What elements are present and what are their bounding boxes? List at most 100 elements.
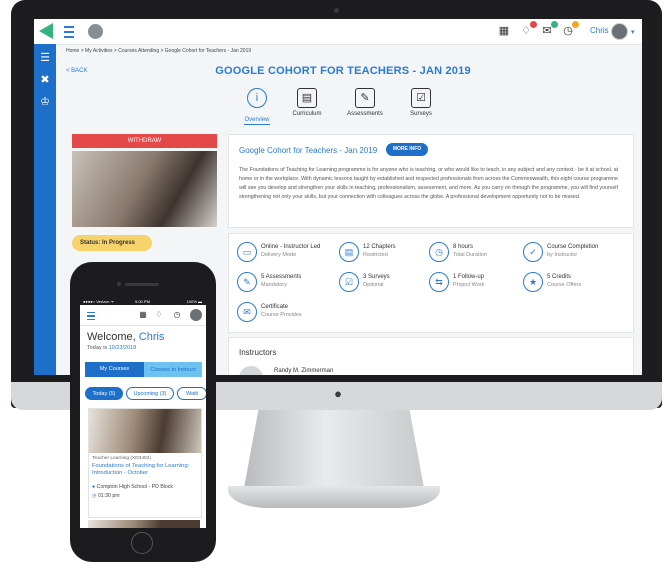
- certificate-icon: ✉: [237, 302, 257, 322]
- more-info-button[interactable]: MORE INFO: [386, 143, 428, 156]
- chevron-down-icon[interactable]: ▾: [631, 28, 635, 36]
- tab-label: Overview: [244, 117, 270, 125]
- location-pin-icon: ●: [92, 484, 96, 490]
- monitor-camera: [334, 8, 339, 13]
- tab-classes-to-instruct[interactable]: Classes to Instruct: [144, 362, 202, 377]
- welcome-heading: Welcome, Chris: [87, 331, 164, 343]
- page-title: GOOGLE COHORT FOR TEACHERS - JAN 2019: [215, 65, 471, 77]
- pencil-note-icon: ✎: [355, 88, 375, 108]
- feature-follow-up: ⇆ 1 Follow-up Project Work: [429, 272, 519, 294]
- instructor-name[interactable]: Randy M. Zimmerman: [274, 368, 333, 374]
- apps-grid-icon[interactable]: ▦: [497, 24, 511, 38]
- feature-duration: ◷ 8 hours Total Duration: [429, 242, 519, 264]
- tab-label: Surveys: [410, 111, 432, 117]
- checklist-icon: ☑: [411, 88, 431, 108]
- feature-surveys: ☑ 3 Surveys Optional: [339, 272, 429, 294]
- mobile-screen: ●●●●○ Verizon ᯤ 5:00 PM 100% ▬ ▦ ♢ ◷ Wel…: [80, 298, 206, 528]
- sidebar: ☰ ✖ ♔: [34, 44, 56, 375]
- feature-subtitle: Course Provides: [261, 312, 302, 318]
- user-avatar[interactable]: [190, 309, 202, 321]
- mail-icon[interactable]: ✉: [540, 21, 558, 38]
- withdraw-button[interactable]: WITHDRAW: [72, 134, 217, 148]
- status-bar: ●●●●○ Verizon ᯤ 5:00 PM 100% ▬: [80, 298, 206, 305]
- today-date: Today is 10/23/2018: [87, 345, 136, 351]
- feature-subtitle: by Instructor: [547, 252, 578, 258]
- graduation-cap-icon: ★: [523, 272, 543, 292]
- course-card-title[interactable]: Foundations of Teaching for Learning: In…: [92, 463, 200, 477]
- apple-logo-icon: ●: [334, 386, 342, 401]
- feature-certificate: ✉ Certificate Course Provides: [237, 302, 327, 324]
- course-description-card: Google Cohort for Teachers - Jan 2019 MO…: [228, 134, 634, 228]
- user-name[interactable]: Chris: [590, 26, 609, 35]
- feature-title: 5 Credits: [547, 274, 572, 280]
- instructors-card: Instructors Randy M. Zimmerman: [228, 337, 634, 375]
- learner-icon[interactable]: ♔: [39, 96, 51, 108]
- clock-icon[interactable]: ◷: [172, 310, 182, 320]
- course-image: [72, 151, 217, 227]
- apps-grid-icon[interactable]: ▦: [138, 310, 148, 320]
- tab-label: Curriculum: [292, 111, 322, 117]
- monitor-stand-base: [228, 486, 440, 508]
- tools-icon[interactable]: ✖: [39, 74, 51, 86]
- tab-label: Assessments: [347, 111, 383, 117]
- feature-title: Online - Instructor Led: [261, 244, 321, 250]
- course-description: The Foundations of Teaching for Learning…: [239, 167, 619, 200]
- feature-subtitle: Total Duration: [453, 252, 487, 258]
- tab-curriculum[interactable]: ▤ Curriculum: [284, 88, 330, 117]
- status-badge: Status: In Progress: [72, 235, 152, 251]
- org-avatar[interactable]: [88, 24, 103, 39]
- feature-subtitle: Restricted: [363, 252, 388, 258]
- clock-icon[interactable]: ◷: [561, 21, 579, 38]
- hamburger-menu-icon[interactable]: [87, 312, 95, 320]
- feature-chapters: ▤ 12 Chapters Restricted: [339, 242, 429, 264]
- carrier-signal: ●●●●○ Verizon ᯤ: [83, 299, 115, 304]
- tab-surveys[interactable]: ☑ Surveys: [398, 88, 444, 117]
- follow-up-icon: ⇆: [429, 272, 449, 292]
- instructors-heading: Instructors: [239, 348, 277, 357]
- user-avatar[interactable]: [611, 23, 628, 40]
- feature-title: 5 Assessments: [261, 274, 302, 280]
- feature-completion: ✓ Course Completion by Instructor: [523, 242, 613, 264]
- thumbs-up-icon: ✓: [523, 242, 543, 262]
- feature-assessments: ✎ 5 Assessments Mandatory: [237, 272, 327, 294]
- tab-my-courses[interactable]: My Courses: [85, 362, 144, 377]
- feature-subtitle: Course Offers: [547, 282, 582, 288]
- clock-icon: ◷: [92, 493, 97, 499]
- app-logo-icon[interactable]: [39, 23, 53, 39]
- breadcrumb[interactable]: Home > My Activities > Courses Attending…: [66, 48, 251, 54]
- book-icon: ▤: [339, 242, 359, 262]
- bell-icon[interactable]: ♢: [154, 310, 164, 320]
- bell-icon[interactable]: ♢: [519, 21, 537, 38]
- top-bar: ▦ ♢ ✉ ◷ Chris ▾: [34, 19, 642, 45]
- tab-overview[interactable]: i Overview: [234, 88, 280, 126]
- today-value: 10/23/2018: [108, 345, 137, 351]
- phone-home-button[interactable]: [131, 532, 153, 554]
- info-icon: i: [247, 88, 267, 108]
- feature-title: 3 Surveys: [363, 274, 390, 280]
- filter-upcoming[interactable]: Upcoming (3): [126, 387, 174, 400]
- course-card-next[interactable]: [88, 520, 200, 528]
- survey-icon: ☑: [339, 272, 359, 292]
- status-time: 5:00 PM: [135, 299, 150, 304]
- assessment-icon: ✎: [237, 272, 257, 292]
- back-link[interactable]: < BACK: [66, 68, 88, 74]
- feature-subtitle: Project Work: [453, 282, 485, 288]
- courses-icon[interactable]: ☰: [39, 52, 51, 64]
- feature-title: Certificate: [261, 304, 289, 310]
- course-card-time: ◷ 01:30 pm: [92, 493, 120, 499]
- phone-camera: [117, 282, 121, 286]
- filter-waiting[interactable]: Waiti: [177, 387, 206, 400]
- course-card[interactable]: Teacher Learning (XD3453) Foundations of…: [88, 408, 202, 518]
- today-prefix: Today is: [87, 345, 109, 351]
- feature-title: Course Completion: [547, 244, 599, 250]
- instructor-avatar[interactable]: [239, 366, 263, 375]
- feature-subtitle: Mandatory: [261, 282, 287, 288]
- course-card-location: ● Compton High School - PD Block: [92, 484, 173, 490]
- course-features-card: ▭ Online - Instructor Led Delivery Mode …: [228, 233, 634, 333]
- monitor-icon: ▭: [237, 242, 257, 262]
- tab-assessments[interactable]: ✎ Assessments: [342, 88, 388, 117]
- hamburger-menu-icon[interactable]: [64, 26, 74, 38]
- filter-today[interactable]: Today (5): [85, 387, 123, 400]
- course-card-meta: Teacher Learning (XD3453): [92, 456, 151, 461]
- feature-subtitle: Optional: [363, 282, 384, 288]
